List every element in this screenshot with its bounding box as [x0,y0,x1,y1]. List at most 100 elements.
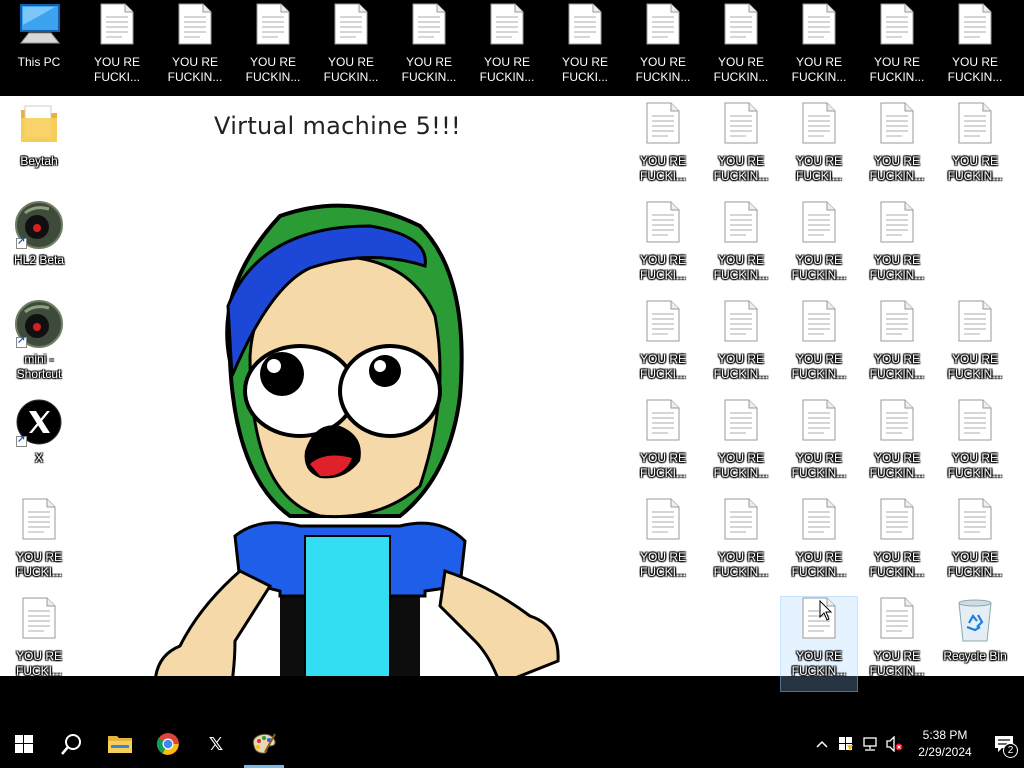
desktop-icon[interactable]: YOU RE FUCKI... [547,3,623,97]
text-document-icon [793,498,845,546]
desktop-icon-label: YOU RE FUCKI... [639,352,686,381]
desktop-icon[interactable]: YOU RE FUCKI... [1,597,77,691]
network-tray-icon[interactable] [858,720,882,768]
desktop-icon[interactable]: YOU RE FUCKIN... [703,102,779,196]
desktop-icon[interactable]: YOU RE FUCKIN... [781,201,857,295]
desktop-icon-label: Beytah [20,154,58,168]
taskbar-x[interactable]: 𝕏 [192,720,240,768]
desktop-icon[interactable]: YOU RE FUCKIN... [859,597,935,691]
taskbar-file-explorer[interactable] [96,720,144,768]
desktop-icon[interactable]: YOU RE FUCKI... [1,498,77,592]
desktop-icon[interactable]: YOU RE FUCKIN... [313,3,389,97]
text-document-icon [715,498,767,546]
desktop-icon[interactable]: YOU RE FUCKIN... [703,201,779,295]
desktop-icon[interactable]: YOU RE FUCKIN... [859,399,935,493]
desktop-icon[interactable]: YOU RE FUCKIN... [859,300,935,394]
desktop-icon[interactable]: YOU RE FUCKIN... [937,498,1013,592]
desktop-icon-label: YOU RE FUCKI... [93,55,140,84]
desktop-icon[interactable]: YOU RE FUCKIN... [157,3,233,97]
desktop-icon[interactable]: YOU RE FUCKIN... [391,3,467,97]
desktop-icon-label: YOU RE FUCKIN... [401,55,457,84]
desktop-icon[interactable]: YOU RE FUCKIN... [703,300,779,394]
desktop-icon-label: YOU RE FUCKI... [639,550,686,579]
desktop-icon[interactable]: YOU RE FUCKIN... [859,102,935,196]
desktop-icon[interactable]: YOU RE FUCKIN... [859,498,935,592]
desktop-icon[interactable]: YOU RE FUCKIN... [781,300,857,394]
desktop-icon[interactable]: YOU RE FUCKIN... [781,3,857,97]
desktop-icon[interactable]: YOU RE FUCKIN... [781,498,857,592]
desktop[interactable]: Virtual machine 5!!! This PC YOU RE FUCK… [0,0,1024,720]
text-document-icon [871,498,923,546]
desktop-icon[interactable]: YOU RE FUCKI... [625,498,701,592]
action-center-button[interactable]: 2 [984,720,1024,768]
desktop-icon[interactable]: mini - Shortcut [1,300,77,394]
desktop-icon-label: YOU RE FUCKIN... [947,550,1003,579]
desktop-icon-label: YOU RE FUCKIN... [245,55,301,84]
desktop-icon[interactable]: X [1,399,77,493]
desktop-icon[interactable]: YOU RE FUCKI... [625,201,701,295]
desktop-icon[interactable]: YOU RE FUCKI... [625,102,701,196]
desktop-icon[interactable]: YOU RE FUCKIN... [703,498,779,592]
desktop-icon[interactable]: YOU RE FUCKIN... [937,300,1013,394]
shield-warning-icon [839,737,853,751]
text-document-icon [637,399,689,447]
start-button[interactable] [0,720,48,768]
desktop-icon-label: YOU RE FUCKIN... [869,154,925,183]
text-document-icon [637,201,689,249]
desktop-icon-label: YOU RE FUCKIN... [791,352,847,381]
desktop-icon[interactable]: YOU RE FUCKIN... [937,3,1013,97]
text-document-icon [871,102,923,150]
desktop-icon[interactable]: YOU RE FUCKIN... [937,102,1013,196]
desktop-icon-label: YOU RE FUCKI... [639,451,686,480]
desktop-icon[interactable]: This PC [1,3,77,97]
desktop-icon-label: YOU RE FUCKI... [795,154,842,183]
desktop-icon[interactable]: YOU RE FUCKIN... [781,399,857,493]
show-hidden-icons-button[interactable] [810,720,834,768]
desktop-icon-label: YOU RE FUCKIN... [791,253,847,282]
desktop-icon-label: YOU RE FUCKIN... [635,55,691,84]
taskbar-paint[interactable] [240,720,288,768]
desktop-icon-label: YOU RE FUCKI... [639,253,686,282]
text-document-icon [949,300,1001,348]
desktop-icon-label: YOU RE FUCKIN... [947,55,1003,84]
search-button[interactable] [48,720,96,768]
desktop-icon[interactable]: YOU RE FUCKI... [781,102,857,196]
desktop-icon-label: This PC [17,55,61,69]
desktop-icon[interactable]: Beytah [1,102,77,196]
desktop-icon[interactable]: YOU RE FUCKIN... [859,3,935,97]
desktop-icon[interactable]: YOU RE FUCKIN... [625,3,701,97]
desktop-icon-label: YOU RE FUCKI... [15,550,62,579]
windows-security-tray-icon[interactable] [834,720,858,768]
desktop-icon[interactable]: HL2 Beta [1,201,77,295]
desktop-icon-label: HL2 Beta [13,253,65,267]
text-document-icon [247,3,299,51]
taskbar-clock[interactable]: 5:38 PM 2/29/2024 [906,720,984,768]
hl2-beta-app-icon [13,201,65,249]
text-document-icon [793,201,845,249]
desktop-icon[interactable]: YOU RE FUCKIN... [703,399,779,493]
desktop-icon-label: YOU RE FUCKIN... [713,451,769,480]
desktop-icon-label: Recycle Bin [943,649,1007,663]
desktop-icon[interactable]: YOU RE FUCKIN... [859,201,935,295]
clock-time: 5:38 PM [922,728,968,742]
desktop-icon-label: YOU RE FUCKIN... [713,253,769,282]
taskbar-chrome[interactable] [144,720,192,768]
desktop-icon[interactable]: YOU RE FUCKI... [625,399,701,493]
volume-tray-icon[interactable] [882,720,906,768]
desktop-icon[interactable]: Recycle Bin [937,597,1013,691]
shortcut-arrow-icon [16,434,27,447]
text-document-icon [637,498,689,546]
desktop-icon[interactable]: YOU RE FUCKIN... [469,3,545,97]
desktop-icon[interactable]: YOU RE FUCKI... [625,300,701,394]
desktop-icon[interactable]: YOU RE FUCKIN... [235,3,311,97]
text-document-icon [949,3,1001,51]
desktop-icon-label: mini - Shortcut [16,352,62,381]
desktop-icon[interactable]: YOU RE FUCKIN... [703,3,779,97]
desktop-icon-label: YOU RE FUCKIN... [323,55,379,84]
desktop-icon[interactable]: YOU RE FUCKI... [79,3,155,97]
desktop-icon-label: YOU RE FUCKI... [15,649,62,678]
text-document-icon [715,201,767,249]
desktop-icon[interactable]: YOU RE FUCKIN... [937,399,1013,493]
chevron-up-icon [816,740,828,748]
cartoon-character-drawing [154,203,560,676]
